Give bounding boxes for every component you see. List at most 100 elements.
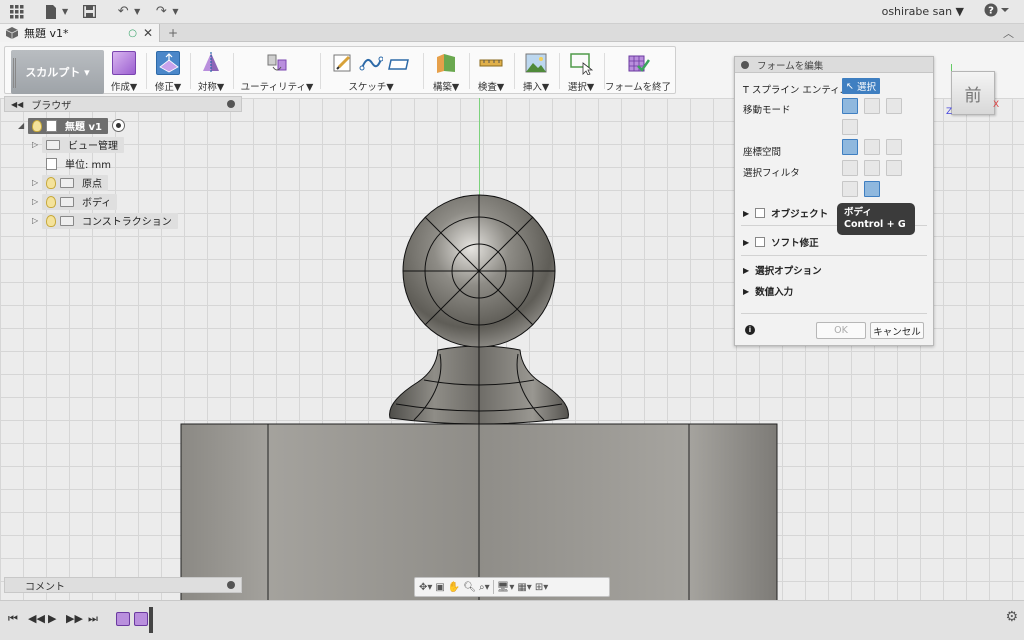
- measure-icon: [479, 51, 503, 75]
- expand-icon[interactable]: ▷: [32, 197, 42, 206]
- expand-icon[interactable]: ◢: [18, 121, 28, 130]
- finish-form-button[interactable]: フォームを終了: [603, 49, 673, 93]
- expand-icon[interactable]: ▷: [32, 216, 42, 225]
- workspace-switcher[interactable]: スカルプト ▾: [11, 50, 104, 94]
- view-cube[interactable]: 前: [951, 71, 995, 115]
- soft-modification-checkbox[interactable]: [755, 237, 766, 247]
- zoom-icon[interactable]: 🔍︎: [463, 582, 476, 593]
- view-space-icon[interactable]: [864, 139, 880, 155]
- visibility-bulb-icon[interactable]: [46, 195, 56, 208]
- filter-all-icon[interactable]: [842, 181, 858, 197]
- redo-caret-icon[interactable]: ▼: [172, 7, 178, 16]
- create-menu-label: 作成▼: [110, 82, 138, 93]
- visibility-bulb-icon[interactable]: [32, 119, 42, 132]
- fit-icon[interactable]: ⌕▾: [479, 582, 490, 593]
- browser-collapse-icon[interactable]: ◀◀: [11, 100, 23, 109]
- filter-body-icon[interactable]: [864, 181, 880, 197]
- orbit-icon[interactable]: ✥▾: [419, 582, 432, 593]
- move-translate-icon[interactable]: [864, 98, 880, 114]
- dialog-header[interactable]: フォームを編集: [735, 57, 933, 73]
- look-at-icon[interactable]: ▣: [435, 582, 444, 593]
- browser-item-construction[interactable]: ▷ コンストラクション: [4, 211, 242, 230]
- file-icon[interactable]: [40, 1, 62, 23]
- document-tab[interactable]: 無題 v1* ○ ✕: [0, 24, 160, 42]
- visibility-bulb-icon[interactable]: [46, 176, 56, 189]
- step-back-icon[interactable]: ◀◀: [28, 612, 45, 625]
- toolbar-grip-icon[interactable]: [13, 58, 16, 88]
- filter-vertex-icon[interactable]: [842, 160, 858, 176]
- dialog-title: フォームを編集: [757, 60, 824, 72]
- timeline-marker[interactable]: [149, 607, 153, 633]
- sketch-menu[interactable]: スケッチ▼: [323, 49, 419, 93]
- expand-icon[interactable]: ▷: [32, 178, 42, 187]
- soft-modification-section[interactable]: ▶ ソフト修正: [743, 235, 819, 249]
- go-to-end-icon[interactable]: ⏭: [88, 612, 98, 626]
- apps-grid-icon[interactable]: [6, 1, 28, 23]
- file-menu-caret-icon[interactable]: ▼: [62, 7, 68, 16]
- dialog-collapse-icon[interactable]: [741, 60, 749, 69]
- save-icon[interactable]: [78, 1, 100, 23]
- object-checkbox[interactable]: [755, 208, 766, 218]
- browser-item-bodies[interactable]: ▷ ボディ: [4, 192, 242, 211]
- units-document-icon: [46, 157, 57, 170]
- edit-form-dialog: フォームを編集 T スプライン エンティ... 移動モード 座標空間 選択フィル…: [734, 56, 934, 346]
- sketch-spline-icon: [359, 51, 384, 75]
- move-multi-icon[interactable]: [842, 98, 858, 114]
- local-space-icon[interactable]: [886, 139, 902, 155]
- select-menu[interactable]: 選択▼: [562, 49, 600, 93]
- go-to-start-icon[interactable]: ⏮: [8, 612, 18, 626]
- expand-icon[interactable]: ▷: [32, 140, 42, 149]
- world-space-icon[interactable]: [842, 139, 858, 155]
- info-icon[interactable]: i: [745, 325, 755, 335]
- object-section[interactable]: ▶ オブジェクト: [743, 206, 828, 220]
- redo-icon[interactable]: ↷: [150, 1, 172, 23]
- filter-face-icon[interactable]: [886, 160, 902, 176]
- numeric-input-section[interactable]: ▶ 数値入力: [743, 284, 793, 299]
- browser-header[interactable]: ◀◀ ブラウザ: [4, 96, 242, 112]
- browser-item-view-management[interactable]: ▷ ビュー管理: [4, 135, 242, 154]
- browser-item-units[interactable]: 単位: mm: [4, 154, 242, 173]
- modify-menu[interactable]: 修正▼: [150, 49, 186, 93]
- ok-button[interactable]: OK: [816, 322, 866, 339]
- symmetry-menu[interactable]: 対称▼: [193, 49, 229, 93]
- timeline-form-feature-icon[interactable]: [116, 612, 130, 626]
- grid-snap-icon[interactable]: ▦▾: [517, 582, 531, 593]
- folder-icon: [60, 177, 74, 188]
- settings-gear-icon[interactable]: ⚙: [1005, 609, 1018, 625]
- comment-header[interactable]: コメント: [4, 577, 242, 593]
- move-scale-icon[interactable]: [886, 98, 902, 114]
- navigation-bar: ✥▾ ▣ ✋ 🔍︎ ⌕▾ 🖥︎▾ ▦▾ ⊞▾: [414, 577, 610, 597]
- document-tab-bar: 無題 v1* ○ ✕ + ︿: [0, 24, 1024, 42]
- construct-menu[interactable]: 構築▼: [427, 49, 465, 93]
- activate-radio-icon[interactable]: [111, 119, 125, 132]
- create-menu[interactable]: 作成▼: [106, 49, 142, 93]
- undo-icon[interactable]: ↶: [112, 1, 134, 23]
- close-tab-icon[interactable]: ✕: [143, 26, 153, 40]
- move-rotate-icon[interactable]: [842, 119, 858, 135]
- insert-menu[interactable]: 挿入▼: [517, 49, 555, 93]
- browser-root-node[interactable]: ◢ 無題 v1: [4, 116, 242, 135]
- help-icon[interactable]: ?: [984, 3, 1010, 20]
- inspect-menu[interactable]: 検査▼: [472, 49, 510, 93]
- user-menu[interactable]: oshirabe san ▼: [882, 5, 964, 18]
- step-forward-icon[interactable]: ▶▶: [66, 612, 83, 625]
- body-filter-tooltip: ボディ Control + G: [837, 203, 915, 235]
- timeline-form-feature-icon[interactable]: [134, 612, 148, 626]
- collapse-toolbar-icon[interactable]: ︿: [1003, 25, 1014, 41]
- browser-options-icon[interactable]: [227, 100, 235, 108]
- viewports-icon[interactable]: ⊞▾: [535, 582, 548, 593]
- undo-caret-icon[interactable]: ▼: [134, 7, 140, 16]
- cancel-button[interactable]: キャンセル: [870, 322, 924, 339]
- utility-menu[interactable]: ユーティリティ▼: [237, 49, 317, 93]
- visibility-bulb-icon[interactable]: [46, 214, 56, 227]
- browser-item-origin[interactable]: ▷ 原点: [4, 173, 242, 192]
- play-icon[interactable]: ▶: [48, 612, 56, 625]
- tspline-select-button[interactable]: ↖ 選択: [842, 78, 880, 94]
- new-tab-icon[interactable]: +: [168, 26, 178, 40]
- display-settings-icon[interactable]: 🖥︎▾: [497, 582, 515, 593]
- selection-options-section[interactable]: ▶ 選択オプション: [743, 263, 822, 278]
- comment-options-icon[interactable]: [227, 581, 235, 589]
- filter-edge-icon[interactable]: [864, 160, 880, 176]
- pan-icon[interactable]: ✋: [448, 582, 460, 593]
- workspace-label: スカルプト ▾: [25, 66, 90, 79]
